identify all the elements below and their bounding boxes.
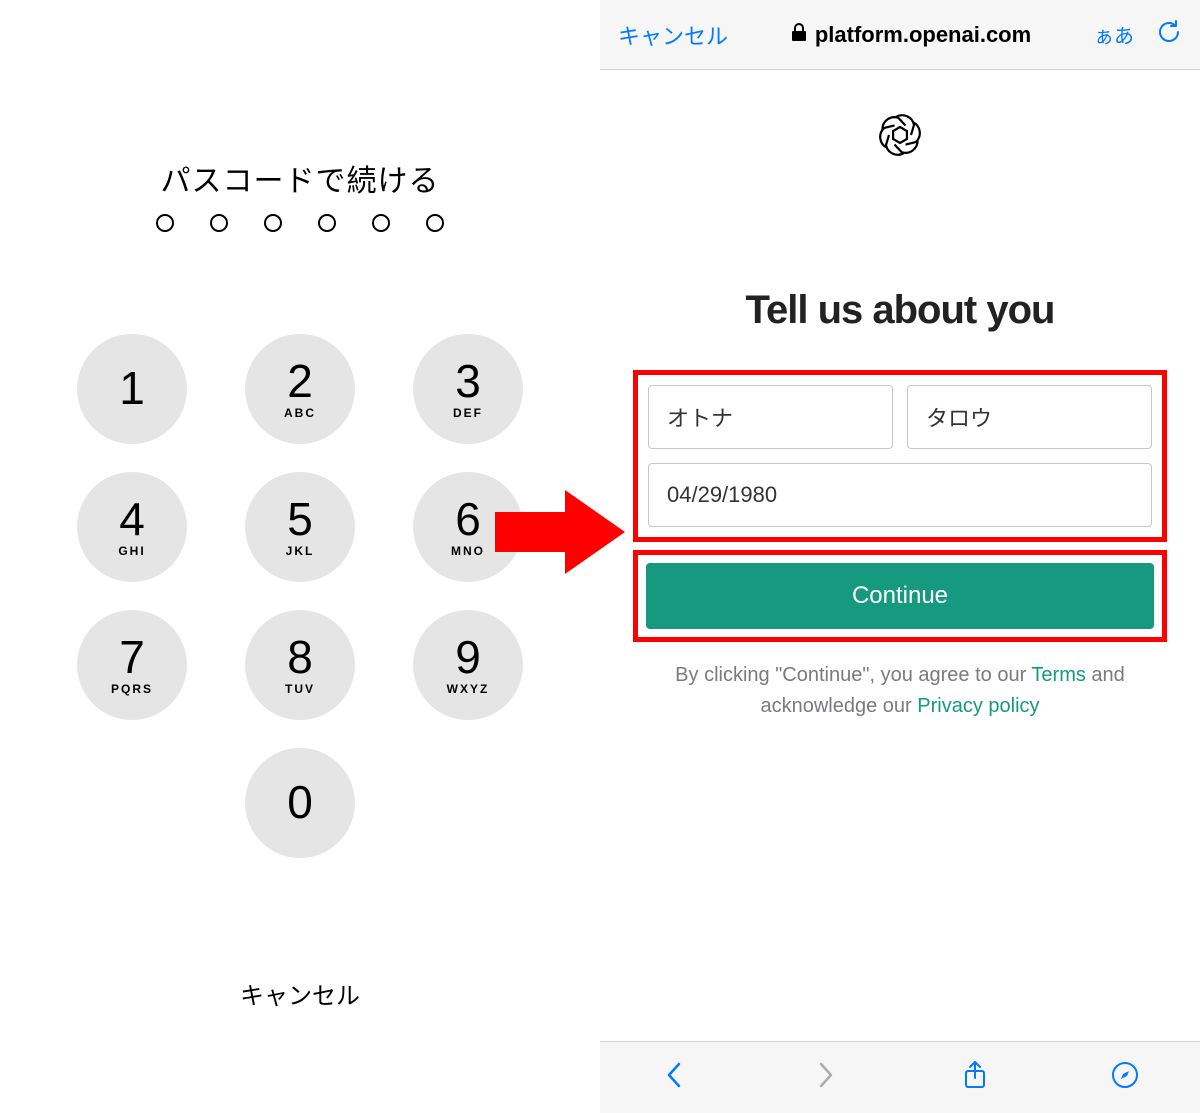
- safari-toolbar: [600, 1041, 1200, 1113]
- highlight-inputs: オトナ タロウ 04/29/1980: [633, 370, 1167, 542]
- keypad-key-7[interactable]: 7 PQRS: [77, 610, 187, 720]
- keypad-letters: TUV: [285, 682, 315, 696]
- reader-button[interactable]: ぁあ: [1094, 20, 1134, 49]
- keypad-digit: 6: [455, 496, 481, 542]
- keypad-key-9[interactable]: 9 WXYZ: [413, 610, 523, 720]
- passcode-cancel-button[interactable]: キャンセル: [0, 976, 600, 1011]
- passcode-dot: [372, 214, 390, 232]
- keypad-letters: JKL: [286, 544, 315, 558]
- keypad-digit: 9: [455, 634, 481, 680]
- safari-address-bar: キャンセル platform.openai.com ぁあ: [600, 0, 1200, 70]
- passcode-dots: [0, 214, 600, 232]
- safari-signup-screen: キャンセル platform.openai.com ぁあ: [600, 0, 1200, 1113]
- keypad-letters: GHI: [118, 544, 145, 558]
- keypad-letters: DEF: [453, 406, 483, 420]
- keypad-key-1[interactable]: 1: [77, 334, 187, 444]
- passcode-dot: [156, 214, 174, 232]
- safari-url[interactable]: platform.openai.com: [791, 22, 1031, 48]
- keypad-digit: 4: [119, 496, 145, 542]
- safari-domain: platform.openai.com: [815, 22, 1031, 48]
- passcode-title: パスコードで続ける: [0, 156, 600, 200]
- passcode-dot: [318, 214, 336, 232]
- numeric-keypad: 1 2 ABC 3 DEF 4 GHI 5 JKL 6 MNO: [0, 334, 600, 858]
- passcode-dot: [264, 214, 282, 232]
- agreement-text: By clicking "Continue", you agree to our…: [644, 660, 1156, 722]
- keypad-key-5[interactable]: 5 JKL: [245, 472, 355, 582]
- keypad-letters: MNO: [451, 544, 485, 558]
- passcode-dot: [426, 214, 444, 232]
- openai-logo: [600, 110, 1200, 160]
- agree-pre: By clicking "Continue", you agree to our: [675, 664, 1031, 686]
- keypad-letters: WXYZ: [447, 682, 490, 696]
- terms-link[interactable]: Terms: [1031, 664, 1085, 686]
- keypad-digit: 1: [119, 365, 145, 411]
- keypad-digit: 5: [287, 496, 313, 542]
- forward-button[interactable]: [810, 1060, 840, 1095]
- privacy-link[interactable]: Privacy policy: [917, 695, 1039, 717]
- first-name-field[interactable]: オトナ: [648, 385, 893, 449]
- keypad-digit: 2: [287, 358, 313, 404]
- dob-field[interactable]: 04/29/1980: [648, 463, 1152, 527]
- keypad-key-4[interactable]: 4 GHI: [77, 472, 187, 582]
- passcode-dot: [210, 214, 228, 232]
- reload-button[interactable]: [1156, 19, 1182, 50]
- form-title: Tell us about you: [600, 288, 1200, 333]
- keypad-letters: ABC: [284, 406, 316, 420]
- keypad-spacer: [77, 748, 187, 858]
- share-button[interactable]: [960, 1060, 990, 1095]
- last-name-field[interactable]: タロウ: [907, 385, 1152, 449]
- keypad-digit: 0: [287, 779, 313, 825]
- continue-button[interactable]: Continue: [646, 563, 1154, 629]
- keypad-letters: PQRS: [111, 682, 153, 696]
- keypad-key-3[interactable]: 3 DEF: [413, 334, 523, 444]
- highlight-continue: Continue: [633, 550, 1167, 642]
- keypad-key-0[interactable]: 0: [245, 748, 355, 858]
- keypad-key-2[interactable]: 2 ABC: [245, 334, 355, 444]
- safari-cancel-button[interactable]: キャンセル: [618, 19, 728, 51]
- safari-compass-button[interactable]: [1110, 1060, 1140, 1095]
- keypad-digit: 7: [119, 634, 145, 680]
- lock-icon: [791, 22, 807, 48]
- back-button[interactable]: [660, 1060, 690, 1095]
- right-arrow-icon: [495, 490, 625, 579]
- keypad-digit: 8: [287, 634, 313, 680]
- keypad-digit: 3: [455, 358, 481, 404]
- keypad-key-8[interactable]: 8 TUV: [245, 610, 355, 720]
